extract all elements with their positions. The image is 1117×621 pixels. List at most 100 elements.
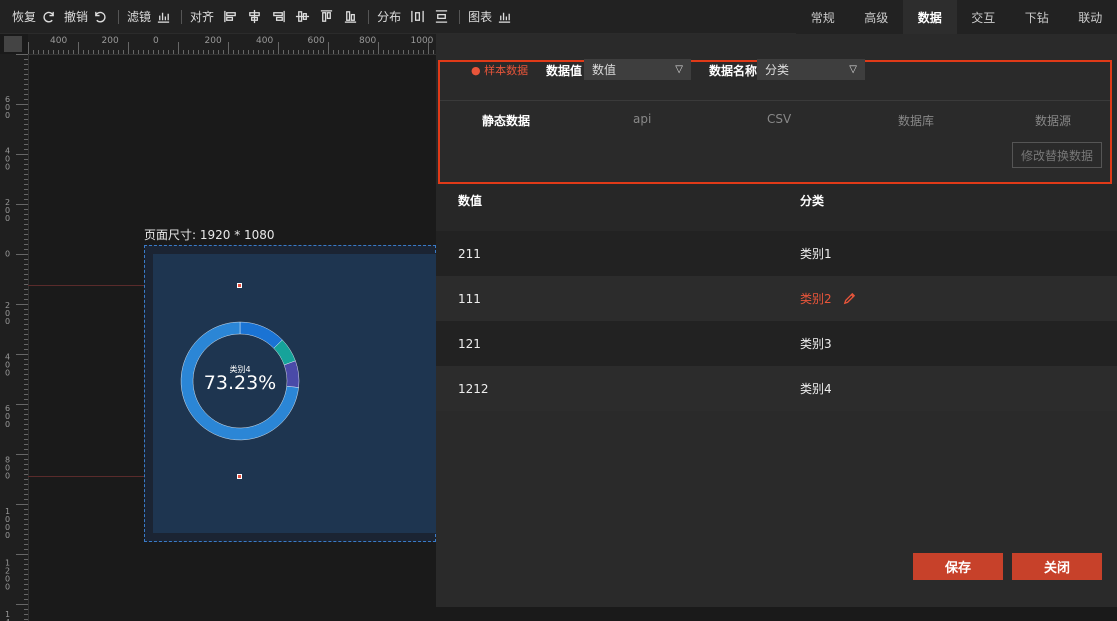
source-tab-database[interactable]: 数据库 — [898, 112, 934, 129]
filter-button[interactable]: 滤镜 — [127, 8, 171, 25]
tab-general[interactable]: 常规 — [796, 0, 850, 34]
source-tab-datasource[interactable]: 数据源 — [1035, 112, 1071, 129]
align-button[interactable]: 对齐 — [190, 8, 214, 25]
bar-chart-icon — [496, 9, 512, 25]
ruler-label: 600 — [5, 95, 10, 120]
align-middle-icon[interactable] — [294, 9, 310, 25]
sample-data-text: 样本数据 — [484, 64, 529, 77]
toolbar-divider — [118, 9, 120, 24]
align-left-icon[interactable] — [222, 9, 238, 25]
table-row[interactable]: 211 类别1 — [436, 231, 1117, 276]
donut-center-value: 73.23% — [203, 372, 277, 394]
cell-value: 111 — [458, 291, 481, 306]
ruler-top-ticks: 400 200 0 200 400 600 800 1000 — [28, 36, 434, 54]
ruler-label: 200 — [205, 36, 222, 46]
modify-data-button[interactable]: 修改替换数据 — [1012, 142, 1102, 168]
cell-value: 211 — [458, 246, 481, 261]
cell-value: 1212 — [458, 381, 489, 396]
source-tab-csv[interactable]: CSV — [767, 112, 791, 126]
dropdown-triangle-icon: ▽ — [849, 64, 857, 75]
ruler-label: 800 — [359, 36, 376, 46]
ruler-label: 400 — [5, 147, 10, 172]
align-bottom-icon[interactable] — [342, 9, 358, 25]
tab-data[interactable]: 数据 — [903, 0, 957, 34]
ruler-left-ticks: 600 400 200 0 200 400 600 800 1000 1200 1400 — [5, 54, 28, 621]
chart-component[interactable]: 类别4 73.23% — [153, 254, 436, 533]
cell-category: 类别2 — [800, 292, 832, 306]
table-row[interactable]: 121 类别3 — [436, 321, 1117, 366]
cell-category: 类别4 — [800, 382, 832, 396]
toolbar-divider — [368, 9, 370, 24]
donut-slice[interactable] — [239, 321, 283, 349]
distribute-label: 分布 — [377, 10, 402, 24]
distribute-horizontal-icon[interactable] — [409, 9, 425, 25]
table-row[interactable]: 111 类别2 — [436, 276, 1117, 321]
ruler-label: 1200 — [5, 559, 10, 592]
chart-button[interactable]: 图表 — [468, 8, 512, 25]
ruler-label: 600 — [5, 404, 10, 429]
bar-chart-icon — [155, 9, 171, 25]
value-field-select[interactable]: 数值 ▽ — [584, 59, 691, 80]
ruler-label: 600 — [308, 36, 325, 46]
panel-tabs: 常规 高级 数据 交互 下钻 联动 — [796, 0, 1117, 34]
page-size-label: 页面尺寸: 1920 * 1080 — [144, 228, 275, 242]
tab-advanced[interactable]: 高级 — [850, 0, 904, 34]
dropdown-triangle-icon: ▽ — [675, 64, 683, 75]
cell-value: 121 — [458, 336, 481, 351]
cell-category: 类别1 — [800, 247, 832, 261]
name-select-text: 分类 — [765, 63, 790, 77]
sample-data-label: ● 样本数据 — [471, 64, 529, 77]
ruler-label: 1000 — [411, 36, 434, 46]
source-tab-static[interactable]: 静态数据 — [482, 112, 530, 129]
ruler-top: 400 200 0 200 400 600 800 1000 — [28, 34, 436, 55]
restore-label: 恢复 — [12, 10, 37, 24]
source-tab-api[interactable]: api — [633, 112, 651, 126]
save-button[interactable]: 保存 — [913, 553, 1003, 580]
align-top-icon[interactable] — [318, 9, 334, 25]
ruler-label: 200 — [5, 198, 10, 223]
toolbar-divider — [181, 9, 183, 24]
align-label: 对齐 — [190, 10, 215, 24]
undo-button[interactable]: 撤销 — [64, 8, 108, 25]
tab-linkage[interactable]: 联动 — [1064, 0, 1117, 34]
undo-icon — [92, 9, 108, 25]
ruler-label: 200 — [102, 36, 119, 46]
close-button[interactable]: 关闭 — [1012, 553, 1102, 580]
top-toolbar: 恢复 撤销 滤镜 对齐 分布 图表 — [0, 0, 796, 34]
table-header — [436, 184, 1117, 231]
ruler-label: 800 — [5, 456, 10, 481]
undo-label: 撤销 — [64, 10, 89, 24]
resize-handle-top[interactable] — [237, 283, 242, 288]
ruler-left: 600 400 200 0 200 400 600 800 1000 1200 1400 — [0, 54, 29, 621]
tab-drilldown[interactable]: 下钻 — [1010, 0, 1064, 34]
ruler-label: 1400 — [5, 610, 10, 621]
cell-category: 类别3 — [800, 337, 832, 351]
toolbar-divider — [459, 9, 461, 24]
ruler-label: 400 — [50, 36, 67, 46]
tab-interaction[interactable]: 交互 — [957, 0, 1011, 34]
align-center-icon[interactable] — [246, 9, 262, 25]
ruler-label: 400 — [5, 353, 10, 378]
distribute-button[interactable]: 分布 — [377, 8, 401, 25]
redo-icon — [40, 9, 56, 25]
divider — [440, 100, 1110, 101]
filter-label: 滤镜 — [127, 10, 152, 24]
align-right-icon[interactable] — [270, 9, 286, 25]
resize-handle-bottom[interactable] — [237, 474, 242, 479]
chart-label: 图表 — [468, 10, 493, 24]
distribute-vertical-icon[interactable] — [433, 9, 449, 25]
value-field-label: 数据值 — [546, 64, 583, 78]
ruler-label: 0 — [5, 250, 10, 259]
ruler-label: 0 — [153, 36, 159, 46]
ruler-label: 400 — [256, 36, 273, 46]
value-select-text: 数值 — [592, 63, 617, 77]
edit-pencil-icon[interactable] — [842, 291, 858, 307]
table-header-category: 分类 — [800, 194, 825, 208]
ruler-label: 200 — [5, 301, 10, 326]
name-field-label: 数据名称 — [709, 64, 758, 78]
table-row[interactable]: 1212 类别4 — [436, 366, 1117, 411]
restore-button[interactable]: 恢复 — [12, 8, 56, 25]
name-field-select[interactable]: 分类 ▽ — [757, 59, 865, 80]
ruler-corner — [4, 36, 22, 52]
table-header-value: 数值 — [458, 194, 483, 208]
